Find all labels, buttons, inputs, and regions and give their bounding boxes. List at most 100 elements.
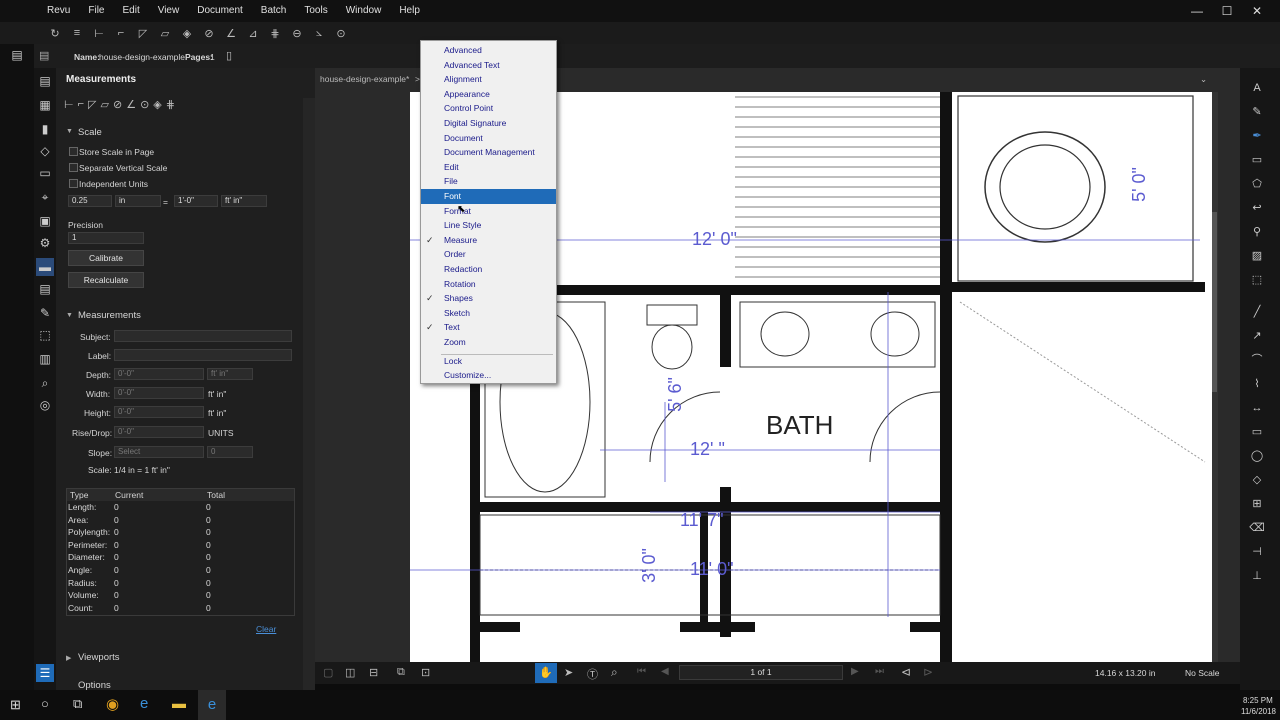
polylength-icon[interactable]: ⌐ bbox=[78, 98, 84, 111]
split-horizontal-icon[interactable]: ⊟ bbox=[369, 666, 378, 679]
scale-value2-input[interactable]: 1'-0" bbox=[174, 195, 218, 207]
scale-section-header[interactable]: Scale bbox=[78, 127, 102, 138]
diameter-icon[interactable]: ⊘ bbox=[113, 98, 122, 111]
forms-icon[interactable]: ▤ bbox=[36, 280, 54, 298]
menu-item-redaction[interactable]: Redaction bbox=[421, 262, 556, 277]
thumbnails-icon[interactable]: ▤ bbox=[36, 72, 54, 90]
back-icon[interactable]: ⊲ bbox=[901, 665, 911, 679]
ellipse-icon[interactable]: ◯ bbox=[1249, 448, 1265, 464]
crop-icon[interactable]: ⬚ bbox=[1249, 272, 1265, 288]
prev-page-icon[interactable]: ◀ bbox=[661, 666, 669, 677]
properties-icon[interactable]: ▤ bbox=[39, 49, 49, 62]
volume-tool-icon[interactable]: ◈ bbox=[176, 23, 198, 43]
menu-window[interactable]: Window bbox=[337, 0, 391, 22]
menu-item-shapes[interactable]: ✓ Shapes bbox=[421, 291, 556, 306]
calibrate-button[interactable]: Calibrate bbox=[68, 250, 144, 266]
circle-measure-icon[interactable]: ⊖ bbox=[286, 23, 308, 43]
height-input[interactable]: 0'-0" bbox=[114, 406, 204, 418]
studio-icon[interactable]: ◎ bbox=[36, 396, 54, 414]
markups-icon[interactable]: ▣ bbox=[36, 212, 54, 230]
menu-file[interactable]: File bbox=[79, 0, 113, 22]
menu-view[interactable]: View bbox=[149, 0, 189, 22]
menu-item-digital-signature[interactable]: Digital Signature bbox=[421, 116, 556, 131]
panel-scrollbar[interactable] bbox=[303, 98, 315, 690]
measurements-section-header[interactable]: Measurements bbox=[78, 310, 141, 321]
angle-measure-icon[interactable]: ⦣ bbox=[308, 23, 330, 43]
polygon-shape-icon[interactable]: ◇ bbox=[1249, 472, 1265, 488]
menu-tools[interactable]: Tools bbox=[295, 0, 336, 22]
page-icon[interactable]: ▯ bbox=[226, 49, 232, 62]
stamp-icon[interactable]: ▥ bbox=[36, 350, 54, 368]
scale-unit-select[interactable]: in bbox=[115, 195, 161, 207]
recalculate-button[interactable]: Recalculate bbox=[68, 272, 144, 288]
search-icon[interactable]: ○ bbox=[41, 696, 49, 711]
slope-input[interactable]: 0 bbox=[207, 446, 253, 458]
count-tool-icon[interactable]: ⋕ bbox=[264, 23, 286, 43]
menu-help[interactable]: Help bbox=[390, 0, 429, 22]
separate-vertical-checkbox[interactable] bbox=[69, 163, 78, 172]
bookmarks-icon[interactable]: ▮ bbox=[36, 120, 54, 138]
subject-input[interactable] bbox=[114, 330, 292, 342]
chrome-icon[interactable]: ◉ bbox=[106, 695, 119, 713]
label-input[interactable] bbox=[114, 349, 292, 361]
menu-batch[interactable]: Batch bbox=[252, 0, 296, 22]
menu-item-text[interactable]: ✓ Text bbox=[421, 320, 556, 335]
depth-input[interactable]: 0'-0" bbox=[114, 368, 204, 380]
cloud-icon[interactable]: ↩ bbox=[1249, 200, 1265, 216]
task-view-icon[interactable]: ⧉ bbox=[73, 696, 82, 712]
arrow-icon[interactable]: ↗ bbox=[1249, 328, 1265, 344]
perimeter-tool-icon[interactable]: ▱ bbox=[154, 23, 176, 43]
radius-tool-icon[interactable]: ⊿ bbox=[242, 23, 264, 43]
dimension-icon[interactable]: ↔ bbox=[1249, 400, 1265, 416]
refresh-icon[interactable]: ↻ bbox=[44, 23, 66, 43]
menu-document[interactable]: Document bbox=[188, 0, 252, 22]
tool-chest-icon[interactable]: ▭ bbox=[36, 164, 54, 182]
collapse-icon[interactable]: ▼ bbox=[66, 128, 73, 135]
close-button[interactable]: ✕ bbox=[1242, 0, 1272, 22]
grid-icon[interactable]: ▦ bbox=[36, 96, 54, 114]
highlighter-icon[interactable]: ✎ bbox=[1249, 104, 1265, 120]
stamp-icon[interactable]: ▭ bbox=[1249, 152, 1265, 168]
area-tool-icon[interactable]: ◸ bbox=[132, 23, 154, 43]
edge-icon[interactable]: e bbox=[140, 695, 148, 712]
length-tool-icon[interactable]: ⊢ bbox=[88, 23, 110, 43]
angle-icon[interactable]: ∠ bbox=[126, 98, 136, 111]
eraser-icon[interactable]: ⌫ bbox=[1249, 520, 1265, 536]
menu-item-line-style[interactable]: Line Style bbox=[421, 218, 556, 233]
sync-icon[interactable]: ⧉ bbox=[397, 666, 405, 679]
tag-icon[interactable]: ⬚ bbox=[36, 326, 54, 344]
calibrate-icon[interactable]: ⊣ bbox=[1249, 544, 1265, 560]
width-input[interactable]: 0'-0" bbox=[114, 387, 204, 399]
rise-drop-input[interactable]: 0'-0" bbox=[114, 426, 204, 438]
scale-value-input[interactable]: 0.25 bbox=[68, 195, 112, 207]
menu-item-format[interactable]: Format bbox=[421, 204, 556, 219]
independent-units-checkbox[interactable] bbox=[69, 179, 78, 188]
clear-link[interactable]: Clear bbox=[256, 624, 276, 634]
angle-tool-icon[interactable]: ∠ bbox=[220, 23, 242, 43]
expand-icon[interactable]: ▶ bbox=[66, 654, 71, 662]
file-explorer-icon[interactable]: ▬ bbox=[172, 695, 186, 711]
tool-chest-icon[interactable]: ≡ bbox=[66, 23, 88, 43]
menu-item-advanced-text[interactable]: Advanced Text bbox=[421, 58, 556, 73]
polyline-icon[interactable]: ⌇ bbox=[1249, 376, 1265, 392]
compare-icon[interactable]: ⊡ bbox=[421, 666, 430, 679]
scale-unit2-select[interactable]: ft' in" bbox=[221, 195, 267, 207]
maximize-button[interactable]: ☐ bbox=[1212, 0, 1242, 22]
menu-item-file[interactable]: File bbox=[421, 174, 556, 189]
menu-item-document[interactable]: Document bbox=[421, 131, 556, 146]
scale-status[interactable]: No Scale bbox=[1185, 668, 1220, 678]
menu-revu[interactable]: Revu bbox=[38, 0, 79, 22]
viewports-section-header[interactable]: Viewports bbox=[78, 652, 120, 663]
text-box-icon[interactable]: A bbox=[1249, 80, 1265, 96]
rectangle-icon[interactable]: ▭ bbox=[1249, 424, 1265, 440]
target-icon[interactable]: ⊙ bbox=[330, 23, 352, 43]
windows-start-icon[interactable]: ⊞ bbox=[10, 697, 21, 713]
perimeter-icon[interactable]: ▱ bbox=[101, 98, 109, 111]
menu-item-customize[interactable]: Customize... bbox=[421, 368, 556, 383]
forward-icon[interactable]: ⊳ bbox=[923, 665, 933, 679]
menu-item-font[interactable]: Font bbox=[421, 189, 556, 204]
next-page-icon[interactable]: ▶ bbox=[851, 666, 859, 677]
menu-item-zoom[interactable]: Zoom bbox=[421, 335, 556, 350]
zoom-icon[interactable]: ⌕ bbox=[611, 665, 618, 680]
radius-icon[interactable]: ⊙ bbox=[140, 98, 149, 111]
